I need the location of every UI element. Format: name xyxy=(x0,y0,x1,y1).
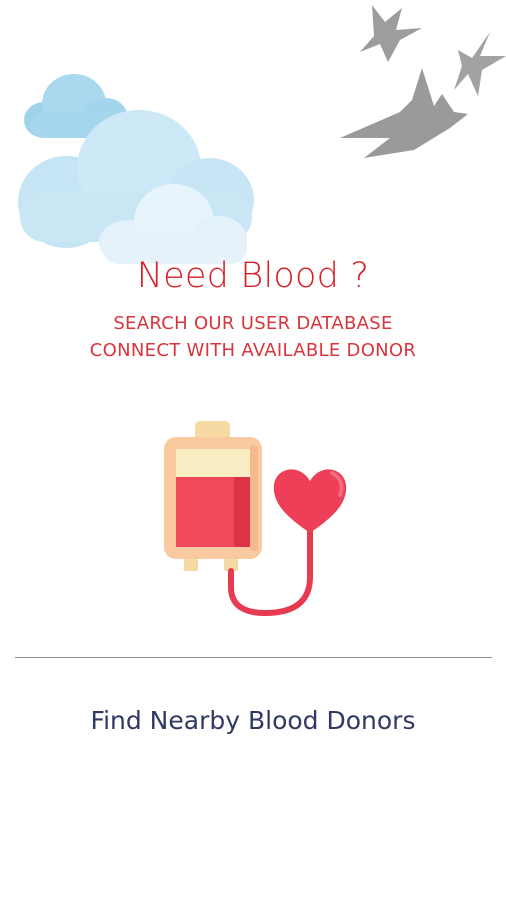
page-title: Need Blood ? xyxy=(136,256,370,296)
find-nearby-donors-button[interactable]: Find Nearby Blood Donors xyxy=(0,706,506,735)
bird-icon xyxy=(360,5,422,62)
clouds-illustration xyxy=(18,74,254,264)
subtitle-line-1: SEARCH OUR USER DATABASE xyxy=(113,313,393,334)
birds-illustration xyxy=(340,5,506,158)
blood-bag-heart-icon xyxy=(164,421,347,617)
bird-icon xyxy=(454,32,506,96)
divider xyxy=(15,657,492,658)
subtitle-line-2: CONNECT WITH AVAILABLE DONOR xyxy=(89,340,417,361)
bird-icon xyxy=(340,68,468,158)
